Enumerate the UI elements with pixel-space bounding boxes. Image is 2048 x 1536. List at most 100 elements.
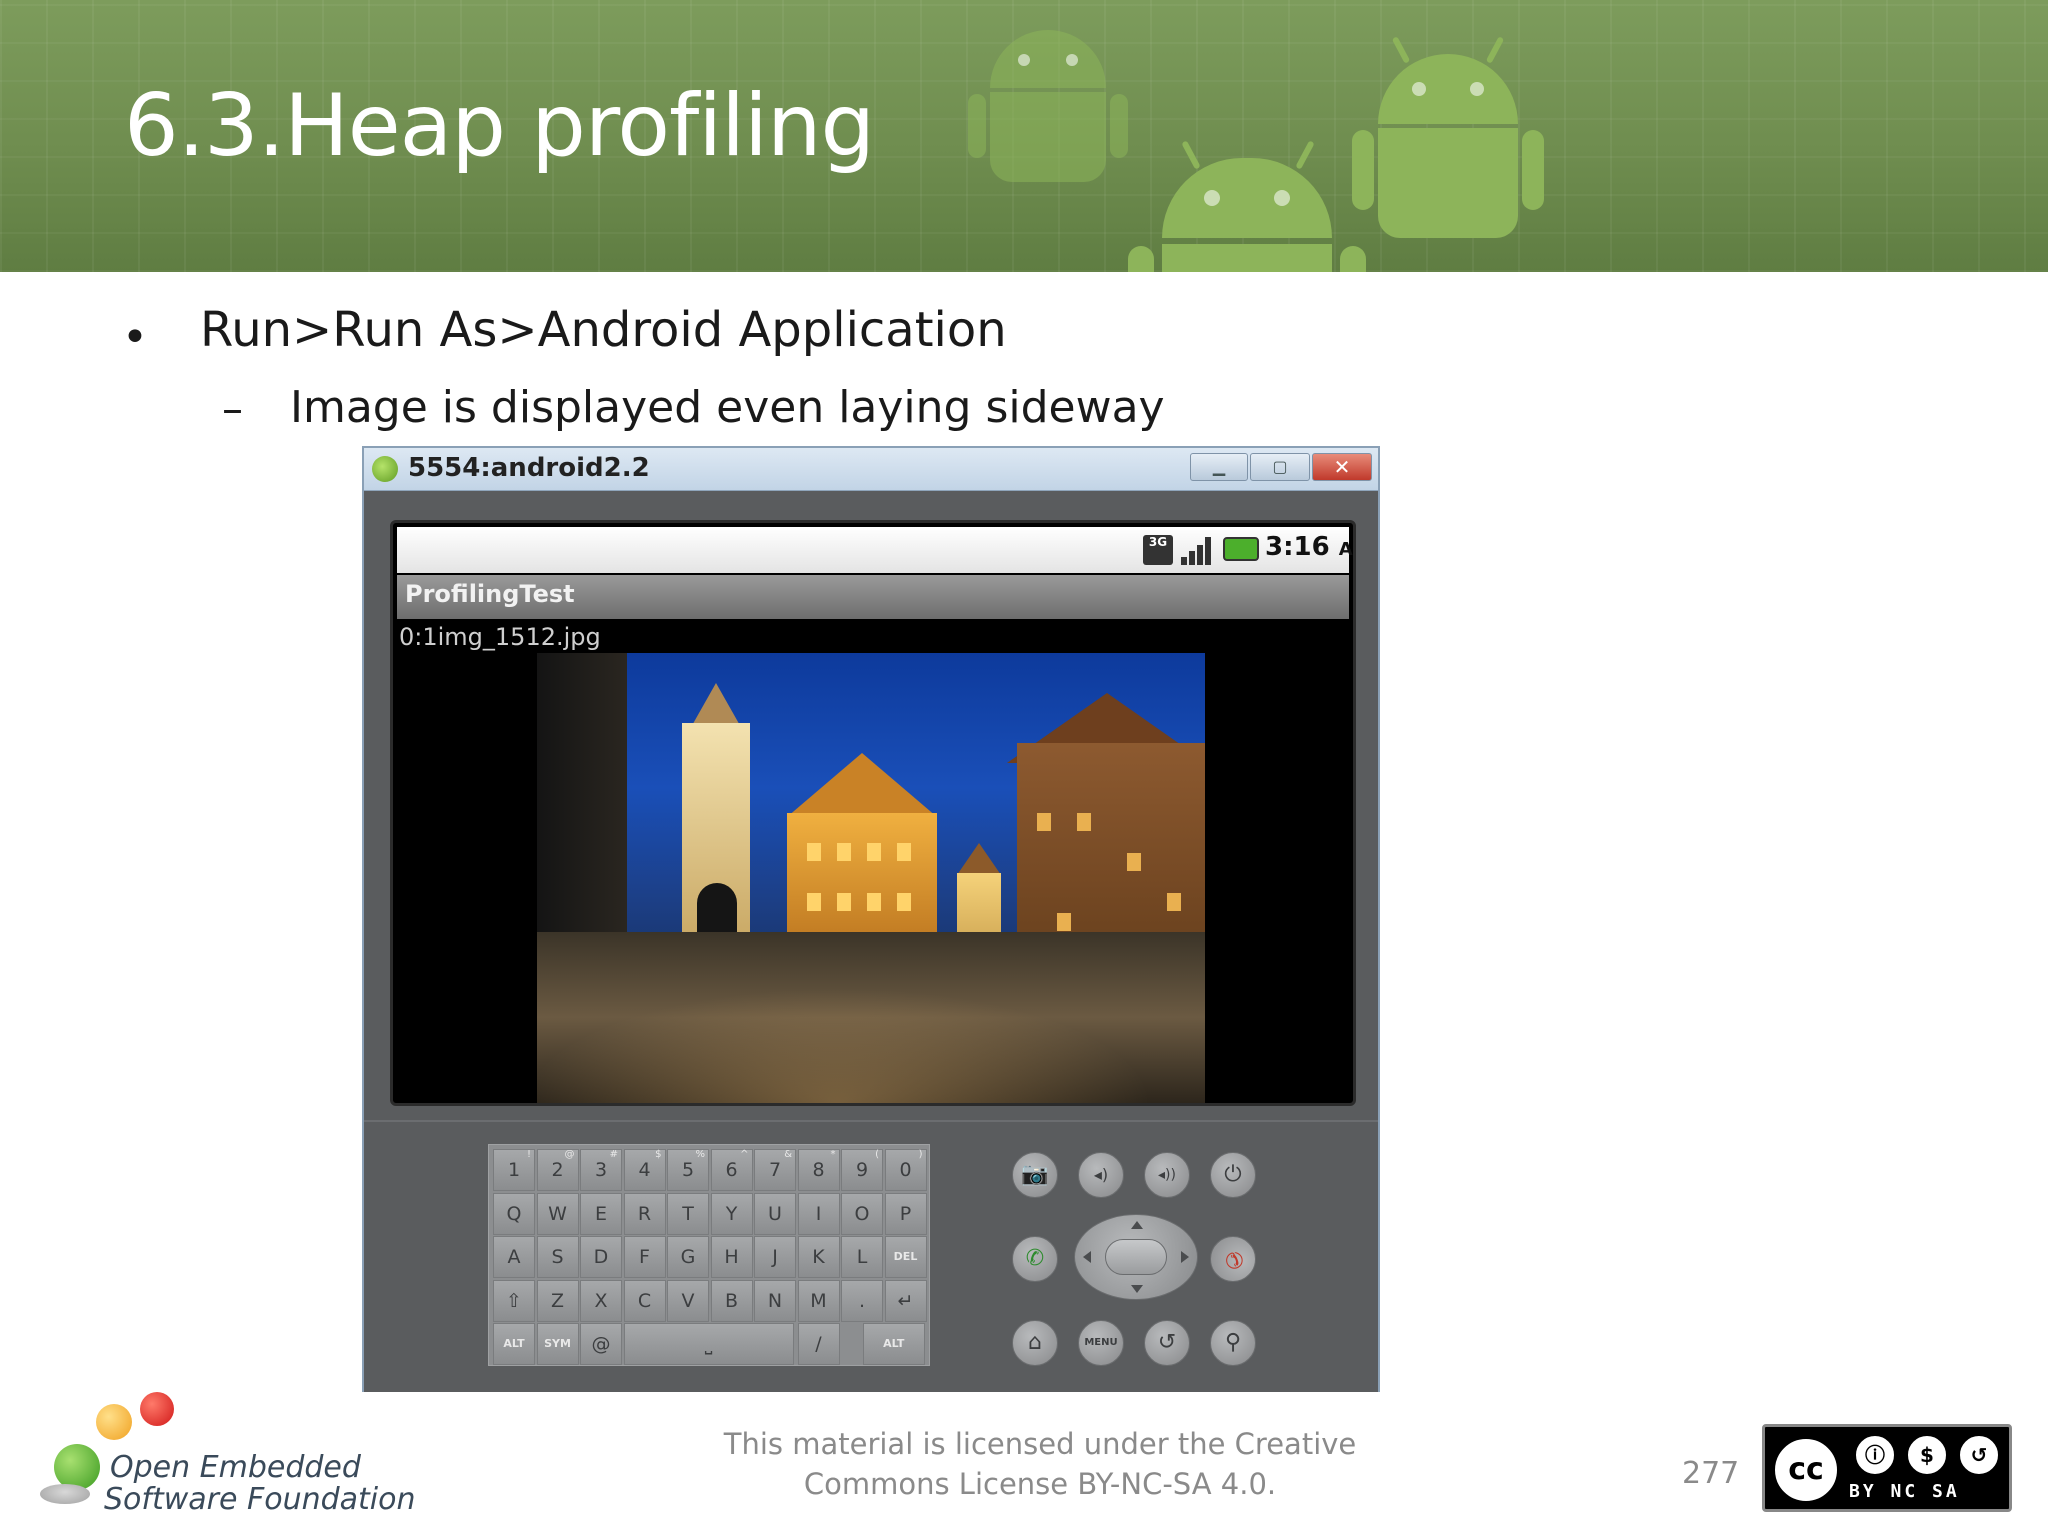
cc-license-badge: cc ⓘ $ ↺ BY NC SA	[1762, 1424, 2012, 1512]
key-3-8[interactable]: K	[797, 1236, 840, 1278]
key-1-10[interactable]: 0)	[884, 1149, 927, 1191]
key-3-6[interactable]: H	[710, 1236, 753, 1278]
android-app-icon	[372, 456, 398, 482]
key-1-3[interactable]: 3 #	[580, 1149, 622, 1191]
key-sup-7: &	[784, 1149, 792, 1160]
battery-charging-icon	[1223, 537, 1259, 561]
clock-ampm: AM	[1338, 539, 1353, 560]
home-button[interactable]: ⌂	[1012, 1320, 1058, 1366]
key-sup-5: %	[695, 1149, 705, 1160]
key-3-10[interactable]: DEL	[884, 1236, 927, 1278]
key-3-2[interactable]: S	[536, 1236, 579, 1278]
key-4-1[interactable]: ⇧	[493, 1279, 535, 1322]
key-5-2[interactable]: SYM	[536, 1323, 579, 1365]
key-sup-1: !	[526, 1149, 531, 1160]
dpad[interactable]	[1074, 1214, 1198, 1300]
call-button[interactable]: ✆	[1012, 1236, 1058, 1282]
page-number: 277	[1682, 1456, 1740, 1491]
device-controls: 1! 2 @3 #4 $5% 6 ^ 7 & 8 * 9(0) Q W E R T Y U I O P A S D F G H J K L D…	[364, 1120, 1378, 1392]
window-titlebar[interactable]: 5554:android2.2 ▁ ▢ ✕	[364, 448, 1378, 491]
power-button[interactable]: ⏻	[1210, 1152, 1256, 1198]
town-night-photo	[537, 653, 1205, 1103]
key-2-4[interactable]: R	[623, 1192, 666, 1235]
key-sup-4: $	[655, 1149, 662, 1160]
key-5-1[interactable]: ALT	[493, 1323, 535, 1365]
dpad-left-icon	[1083, 1251, 1091, 1263]
close-button[interactable]: ✕	[1312, 453, 1372, 481]
key-3-7[interactable]: J	[754, 1236, 796, 1278]
key-1-2[interactable]: 2 @	[536, 1149, 579, 1191]
key-4-5[interactable]: V	[667, 1279, 709, 1322]
logo-text-line2: Software Foundation	[104, 1482, 416, 1517]
volume-down-button[interactable]: ◂)	[1078, 1152, 1124, 1198]
license-line2: Commons License BY-NC-SA 4.0.	[803, 1467, 1277, 1501]
key-3-4[interactable]: F	[623, 1236, 666, 1278]
key-4-8[interactable]: M	[797, 1279, 840, 1322]
key-1-5[interactable]: 5%	[667, 1149, 709, 1191]
key-sup-8: *	[830, 1149, 836, 1160]
key-2-8[interactable]: I	[797, 1192, 840, 1235]
key-3-3[interactable]: D	[580, 1236, 622, 1278]
key-1-7[interactable]: 7 &	[754, 1149, 796, 1191]
key-3-9[interactable]: L	[841, 1236, 883, 1278]
key-sup-10: )	[918, 1149, 923, 1160]
cc-icon: cc	[1771, 1435, 1841, 1505]
key-5-right-1[interactable]: /	[797, 1323, 840, 1365]
key-sup-3: #	[609, 1149, 618, 1160]
key-5-3[interactable]: @	[580, 1323, 622, 1365]
noncommercial-icon: $	[1905, 1433, 1949, 1477]
sharealike-icon: ↺	[1957, 1433, 2001, 1477]
key-3-5[interactable]: G	[667, 1236, 709, 1278]
minimize-button[interactable]: ▁	[1190, 453, 1248, 481]
app-title-bar: ProfilingTest	[397, 575, 1349, 619]
camera-button[interactable]: 📷	[1012, 1152, 1058, 1198]
key-2-10[interactable]: P	[884, 1192, 927, 1235]
dpad-center-button[interactable]	[1105, 1239, 1167, 1275]
volume-up-button[interactable]: ◂))	[1144, 1152, 1190, 1198]
key-2-2[interactable]: W	[536, 1192, 579, 1235]
window-title: 5554:android2.2	[408, 453, 650, 483]
key-2-5[interactable]: T	[667, 1192, 709, 1235]
key-2-9[interactable]: O	[841, 1192, 883, 1235]
sub-bullet-marker: –	[222, 384, 243, 433]
key-3-1[interactable]: A	[493, 1236, 535, 1278]
logo-text-line1: Open Embedded	[110, 1450, 361, 1485]
dpad-up-icon	[1131, 1221, 1143, 1229]
dpad-down-icon	[1131, 1285, 1143, 1293]
key-2-6[interactable]: Y	[710, 1192, 753, 1235]
maximize-button[interactable]: ▢	[1250, 453, 1310, 481]
key-5-right-2[interactable]: ALT	[862, 1323, 925, 1365]
key-1-1[interactable]: 1!	[493, 1149, 535, 1191]
key-4-3[interactable]: X	[580, 1279, 622, 1322]
android-robot-icon	[968, 20, 1128, 200]
android-robot-icon	[1350, 36, 1546, 272]
key-1-6[interactable]: 6 ^	[710, 1149, 753, 1191]
key-4-10[interactable]: ↵	[884, 1279, 927, 1322]
slide-title: 6.3.Heap profiling	[124, 76, 875, 176]
device-screen[interactable]: 3G 3:16 AM ProfilingTest 0:1img_1512.jpg	[390, 520, 1356, 1106]
key-4-7[interactable]: N	[754, 1279, 796, 1322]
space-key[interactable]: ⎵	[623, 1323, 794, 1365]
attribution-icon: ⓘ	[1853, 1433, 1897, 1477]
bullet-text-run-as: Run>Run As>Android Application	[200, 302, 1007, 358]
slide-header-banner: 6.3.Heap profiling	[0, 0, 2048, 272]
menu-button[interactable]: MENU	[1078, 1320, 1124, 1366]
sub-bullet-text: Image is displayed even laying sideway	[290, 382, 1165, 433]
dpad-right-icon	[1181, 1251, 1189, 1263]
key-4-6[interactable]: B	[710, 1279, 753, 1322]
key-2-3[interactable]: E	[580, 1192, 622, 1235]
key-1-4[interactable]: 4 $	[623, 1149, 666, 1191]
network-3g-icon: 3G	[1143, 535, 1173, 565]
key-sup-6: ^	[740, 1149, 749, 1160]
status-clock: 3:16 AM	[1265, 532, 1353, 562]
key-2-7[interactable]: U	[754, 1192, 796, 1235]
end-call-button[interactable]: ✆	[1200, 1226, 1266, 1292]
key-4-2[interactable]: Z	[536, 1279, 579, 1322]
back-button[interactable]: ↺	[1144, 1320, 1190, 1366]
key-4-9[interactable]: .	[841, 1279, 883, 1322]
key-1-8[interactable]: 8 *	[797, 1149, 840, 1191]
key-4-4[interactable]: C	[623, 1279, 666, 1322]
key-2-1[interactable]: Q	[493, 1192, 535, 1235]
key-1-9[interactable]: 9(	[841, 1149, 883, 1191]
search-button[interactable]: ⚲	[1210, 1320, 1256, 1366]
